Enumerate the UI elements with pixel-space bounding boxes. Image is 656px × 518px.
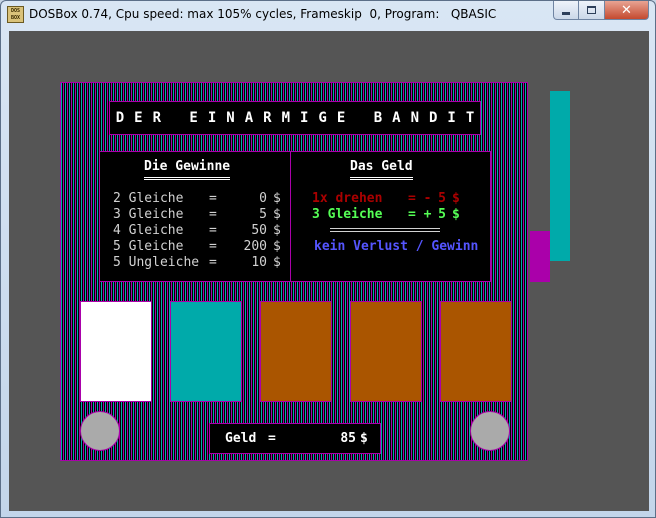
payout-name: 3 Gleiche xyxy=(113,207,184,222)
spin-cost-currency: $ xyxy=(452,191,460,206)
info-panel: Die Gewinne 2 Gleiche = 0 $ 3 Gleiche = … xyxy=(99,151,491,282)
left-knob xyxy=(80,411,120,451)
spin-cost-value: 5 xyxy=(438,191,446,206)
spin-cost-line: 1x drehen = - 5 $ xyxy=(312,191,466,206)
payout-equals: = xyxy=(209,191,217,206)
close-icon: ✕ xyxy=(621,2,632,18)
game-title: DER EINARMIGE BANDIT xyxy=(115,110,485,126)
payout-name: 5 Ungleiche xyxy=(113,255,200,270)
reel-4 xyxy=(350,301,422,402)
title-bar[interactable]: DOS BOX DOSBox 0.74, Cpu speed: max 105%… xyxy=(1,1,655,29)
spin-cost-label: 1x drehen xyxy=(312,191,383,206)
payout-equals: = xyxy=(209,207,217,222)
money-heading: Das Geld xyxy=(350,159,413,180)
payout-currency: $ xyxy=(273,207,281,222)
payout-name: 5 Gleiche xyxy=(113,239,184,254)
payout-value: 200 xyxy=(243,239,267,254)
payout-row: 5 Ungleiche = 10 $ xyxy=(113,255,287,271)
balance-currency: $ xyxy=(360,431,368,446)
right-knob xyxy=(470,411,510,451)
win-amount-sign: = + xyxy=(408,207,432,222)
minimize-icon xyxy=(562,11,570,15)
balance-panel: Geld = 85 $ xyxy=(209,423,381,454)
win-amount-line: 3 Gleiche = + 5 $ xyxy=(312,207,466,222)
payout-value: 50 xyxy=(251,223,267,238)
payout-row: 4 Gleiche = 50 $ xyxy=(113,223,287,239)
payout-row: 3 Gleiche = 5 $ xyxy=(113,207,287,223)
maximize-button[interactable] xyxy=(579,1,605,20)
spin-cost-sign: = - xyxy=(408,191,432,206)
balance-value: 85 xyxy=(340,431,356,446)
payout-value: 10 xyxy=(251,255,267,270)
game-title-panel: DER EINARMIGE BANDIT xyxy=(109,101,481,135)
minimize-button[interactable] xyxy=(553,1,579,20)
payout-row: 5 Gleiche = 200 $ xyxy=(113,239,287,255)
reel-5 xyxy=(440,301,512,402)
lever-base xyxy=(530,231,550,282)
payout-row: 2 Gleiche = 0 $ xyxy=(113,191,287,207)
window-title: DOSBox 0.74, Cpu speed: max 105% cycles,… xyxy=(29,7,497,21)
win-amount-label: 3 Gleiche xyxy=(312,207,383,222)
dosbox-app-icon[interactable]: DOS BOX xyxy=(7,6,24,23)
lever-arm[interactable] xyxy=(550,91,570,261)
reel-2 xyxy=(170,301,242,402)
dosbox-window: DOS BOX DOSBox 0.74, Cpu speed: max 105%… xyxy=(0,0,656,518)
payout-equals: = xyxy=(209,255,217,270)
payout-equals: = xyxy=(209,239,217,254)
dos-screen[interactable]: DER EINARMIGE BANDIT Die Gewinne 2 Gleic… xyxy=(9,31,649,511)
payout-currency: $ xyxy=(273,191,281,206)
sum-divider xyxy=(330,228,440,232)
reel-3 xyxy=(260,301,332,402)
payout-name: 4 Gleiche xyxy=(113,223,184,238)
payout-currency: $ xyxy=(273,223,281,238)
window-controls: ✕ xyxy=(553,1,649,20)
payout-equals: = xyxy=(209,223,217,238)
payout-value: 5 xyxy=(259,207,267,222)
spin-result-text: kein Verlust / Gewinn xyxy=(314,239,479,254)
payout-currency: $ xyxy=(273,255,281,270)
balance-label: Geld xyxy=(225,431,257,446)
balance-equals: = xyxy=(268,431,276,446)
payouts-heading: Die Gewinne xyxy=(144,159,231,180)
close-button[interactable]: ✕ xyxy=(605,1,649,20)
win-amount-currency: $ xyxy=(452,207,460,222)
payout-currency: $ xyxy=(273,239,281,254)
payout-name: 2 Gleiche xyxy=(113,191,184,206)
maximize-icon xyxy=(587,6,596,14)
win-amount-value: 5 xyxy=(438,207,446,222)
payouts-table: 2 Gleiche = 0 $ 3 Gleiche = 5 $ 4 Gleich… xyxy=(113,191,287,271)
reel-1 xyxy=(80,301,152,402)
payout-value: 0 xyxy=(259,191,267,206)
info-divider xyxy=(290,152,291,281)
